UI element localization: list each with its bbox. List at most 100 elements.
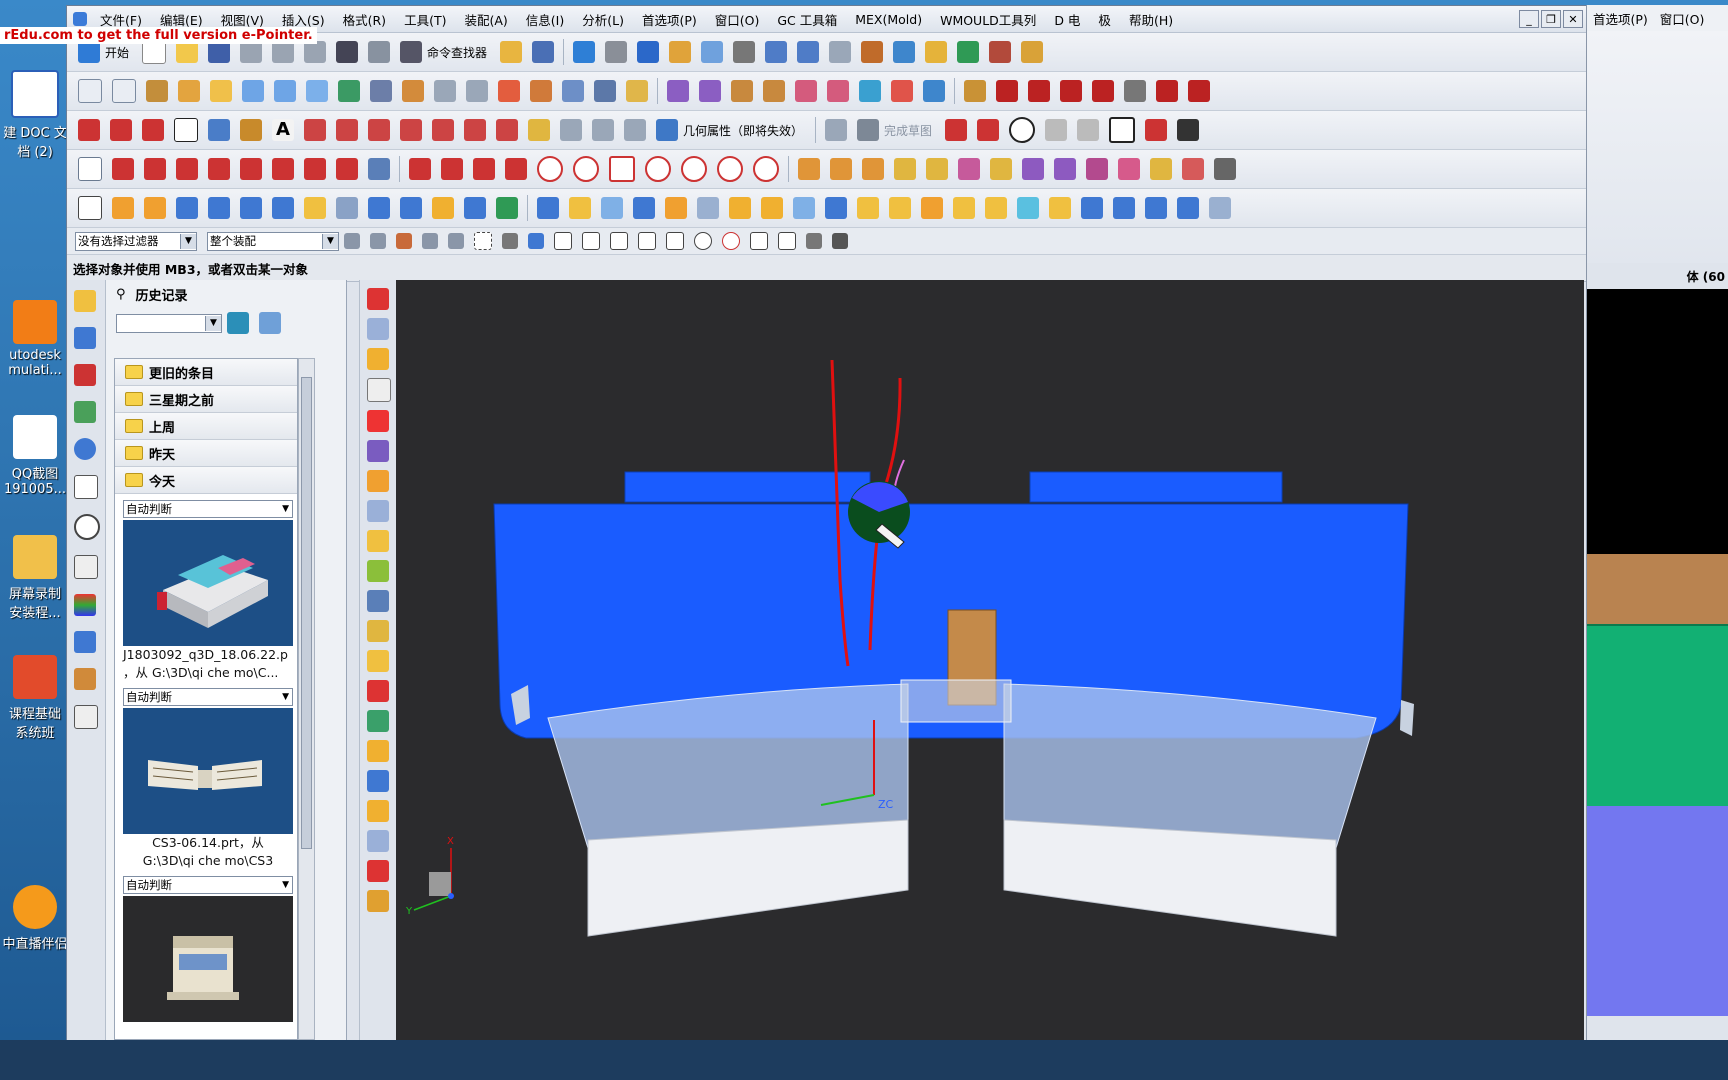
minimize-icon[interactable]: _ (1519, 10, 1539, 28)
constraint-icon-06[interactable] (240, 158, 262, 180)
surface-icon-16[interactable] (562, 80, 584, 102)
selection-filter-dropdown[interactable]: 没有选择过滤器 ▼ (75, 231, 197, 251)
feature-row-icon-24[interactable] (825, 197, 847, 219)
menu-tools[interactable]: 工具(T) (395, 10, 455, 29)
curve-icon-04[interactable] (1060, 80, 1082, 102)
surface-icon-03[interactable] (146, 80, 168, 102)
vtool-icon-11[interactable] (367, 590, 389, 612)
vtool-icon-16[interactable] (367, 740, 389, 762)
surface-icon-26[interactable] (891, 80, 913, 102)
box-select-icon[interactable] (474, 232, 492, 250)
web-browser-icon[interactable] (74, 438, 96, 460)
history-group-older[interactable]: 更旧的条目 (115, 359, 297, 386)
constraint-icon-08[interactable] (304, 158, 326, 180)
snap-icon-16[interactable] (832, 233, 848, 249)
history-scrollbar[interactable] (298, 358, 315, 1040)
vtool-icon-09[interactable] (367, 530, 389, 552)
measure-icon[interactable] (1021, 41, 1044, 63)
feature-icon-07[interactable] (990, 158, 1012, 180)
feature-row-icon-31[interactable] (1049, 197, 1071, 219)
menu-info[interactable]: 信息(I) (517, 10, 573, 29)
start-icon[interactable] (78, 41, 100, 63)
vtool-icon-04[interactable] (367, 378, 391, 402)
feature-row-icon-13[interactable] (464, 197, 486, 219)
vtool-icon-14[interactable] (367, 680, 389, 702)
vtool-icon-21[interactable] (367, 890, 389, 912)
surface-icon-05[interactable] (210, 80, 232, 102)
feature-row-icon-30[interactable] (1017, 197, 1039, 219)
load-option-dropdown[interactable]: 自动判断 ▼ (123, 688, 293, 706)
open-icon[interactable] (176, 41, 199, 63)
toolbar-icon-06[interactable] (797, 41, 820, 63)
snap-icon-05[interactable] (448, 233, 464, 249)
snap-icon-06[interactable] (502, 233, 518, 249)
vtool-icon-08[interactable] (367, 500, 389, 522)
constraint-icon-05[interactable] (208, 158, 230, 180)
menu-gc-toolbox[interactable]: GC 工具箱 (768, 10, 846, 29)
snap-icon-14[interactable] (778, 232, 796, 250)
geometry-props-button[interactable]: 几何属性（即将失效） (683, 122, 803, 139)
feature-icon-01[interactable] (798, 158, 820, 180)
square-constraint-icon[interactable] (609, 156, 635, 182)
surface-icon-18[interactable] (626, 80, 648, 102)
constraint-icon-02[interactable] (112, 158, 134, 180)
menu-preferences[interactable]: 首选项(P) (633, 10, 706, 29)
circle-constraint-icon-04[interactable] (681, 156, 707, 182)
menu-analysis[interactable]: 分析(L) (573, 10, 633, 29)
toolbar-icon-07[interactable] (829, 41, 852, 63)
feature-icon-03[interactable] (862, 158, 884, 180)
sketch-icon-17[interactable] (592, 119, 614, 141)
text-icon[interactable]: A (272, 119, 294, 141)
cube-view-icon[interactable] (637, 41, 660, 63)
toolbar-icon-11[interactable] (957, 41, 980, 63)
surface-icon-19[interactable] (667, 80, 689, 102)
redo-icon[interactable] (368, 41, 391, 63)
cut-icon[interactable] (240, 41, 263, 63)
copy-icon[interactable] (272, 41, 295, 63)
feature-row-icon-19[interactable] (665, 197, 687, 219)
curve-icon-03[interactable] (1028, 80, 1050, 102)
sketch-icon-24[interactable] (1145, 119, 1168, 141)
surface-icon-22[interactable] (763, 80, 785, 102)
history-group-yesterday[interactable]: 昨天 (115, 440, 297, 467)
menu-d-electrode[interactable]: D 电 (1045, 10, 1089, 29)
shade-icon[interactable] (605, 41, 628, 63)
snap-icon-12[interactable] (666, 232, 684, 250)
circle-constraint-icon-03[interactable] (645, 156, 671, 182)
feature-row-icon-29[interactable] (985, 197, 1007, 219)
surface-icon-17[interactable] (594, 80, 616, 102)
reuse-library-icon[interactable] (74, 401, 96, 423)
sketch-icon-20[interactable] (945, 119, 968, 141)
feature-row-icon-09[interactable] (336, 197, 358, 219)
menu-help[interactable]: 帮助(H) (1120, 10, 1182, 29)
toolbar-icon-12[interactable] (989, 41, 1012, 63)
snap-center-icon[interactable] (694, 232, 712, 250)
command-finder-icon[interactable] (400, 41, 423, 63)
close-icon[interactable]: ✕ (1563, 10, 1583, 28)
toolbar-icon-04[interactable] (701, 41, 724, 63)
feature-row-icon-28[interactable] (953, 197, 975, 219)
feature-row-icon-04[interactable] (176, 197, 198, 219)
snap-quadrant-icon[interactable] (722, 232, 740, 250)
restore-icon[interactable]: ❐ (1541, 10, 1561, 28)
graphics-viewport[interactable]: ZC X Y (396, 280, 1584, 1040)
vtool-icon-05[interactable] (367, 410, 389, 432)
feature-row-icon-17[interactable] (601, 197, 623, 219)
history-clock-icon[interactable] (74, 514, 100, 540)
surface-icon-25[interactable] (859, 80, 881, 102)
surface-icon-06[interactable] (242, 80, 264, 102)
vtool-icon-07[interactable] (367, 470, 389, 492)
rectangle-2-icon[interactable] (1109, 117, 1136, 143)
sketch-icon-18[interactable] (624, 119, 646, 141)
vtool-icon-15[interactable] (367, 710, 389, 732)
snap-icon-02[interactable] (370, 233, 386, 249)
circle-icon[interactable] (1009, 117, 1036, 143)
curve-icon-06[interactable] (1124, 80, 1146, 102)
circle-constraint-icon-01[interactable] (537, 156, 563, 182)
toolbar-icon-01[interactable] (500, 41, 523, 63)
bg-menu-window[interactable]: 窗口(O) (1654, 9, 1711, 28)
snap-icon-10[interactable] (610, 232, 628, 250)
feature-icon-09[interactable] (1054, 158, 1076, 180)
feature-icon-10[interactable] (1086, 158, 1108, 180)
background-color-icon[interactable] (733, 41, 756, 63)
